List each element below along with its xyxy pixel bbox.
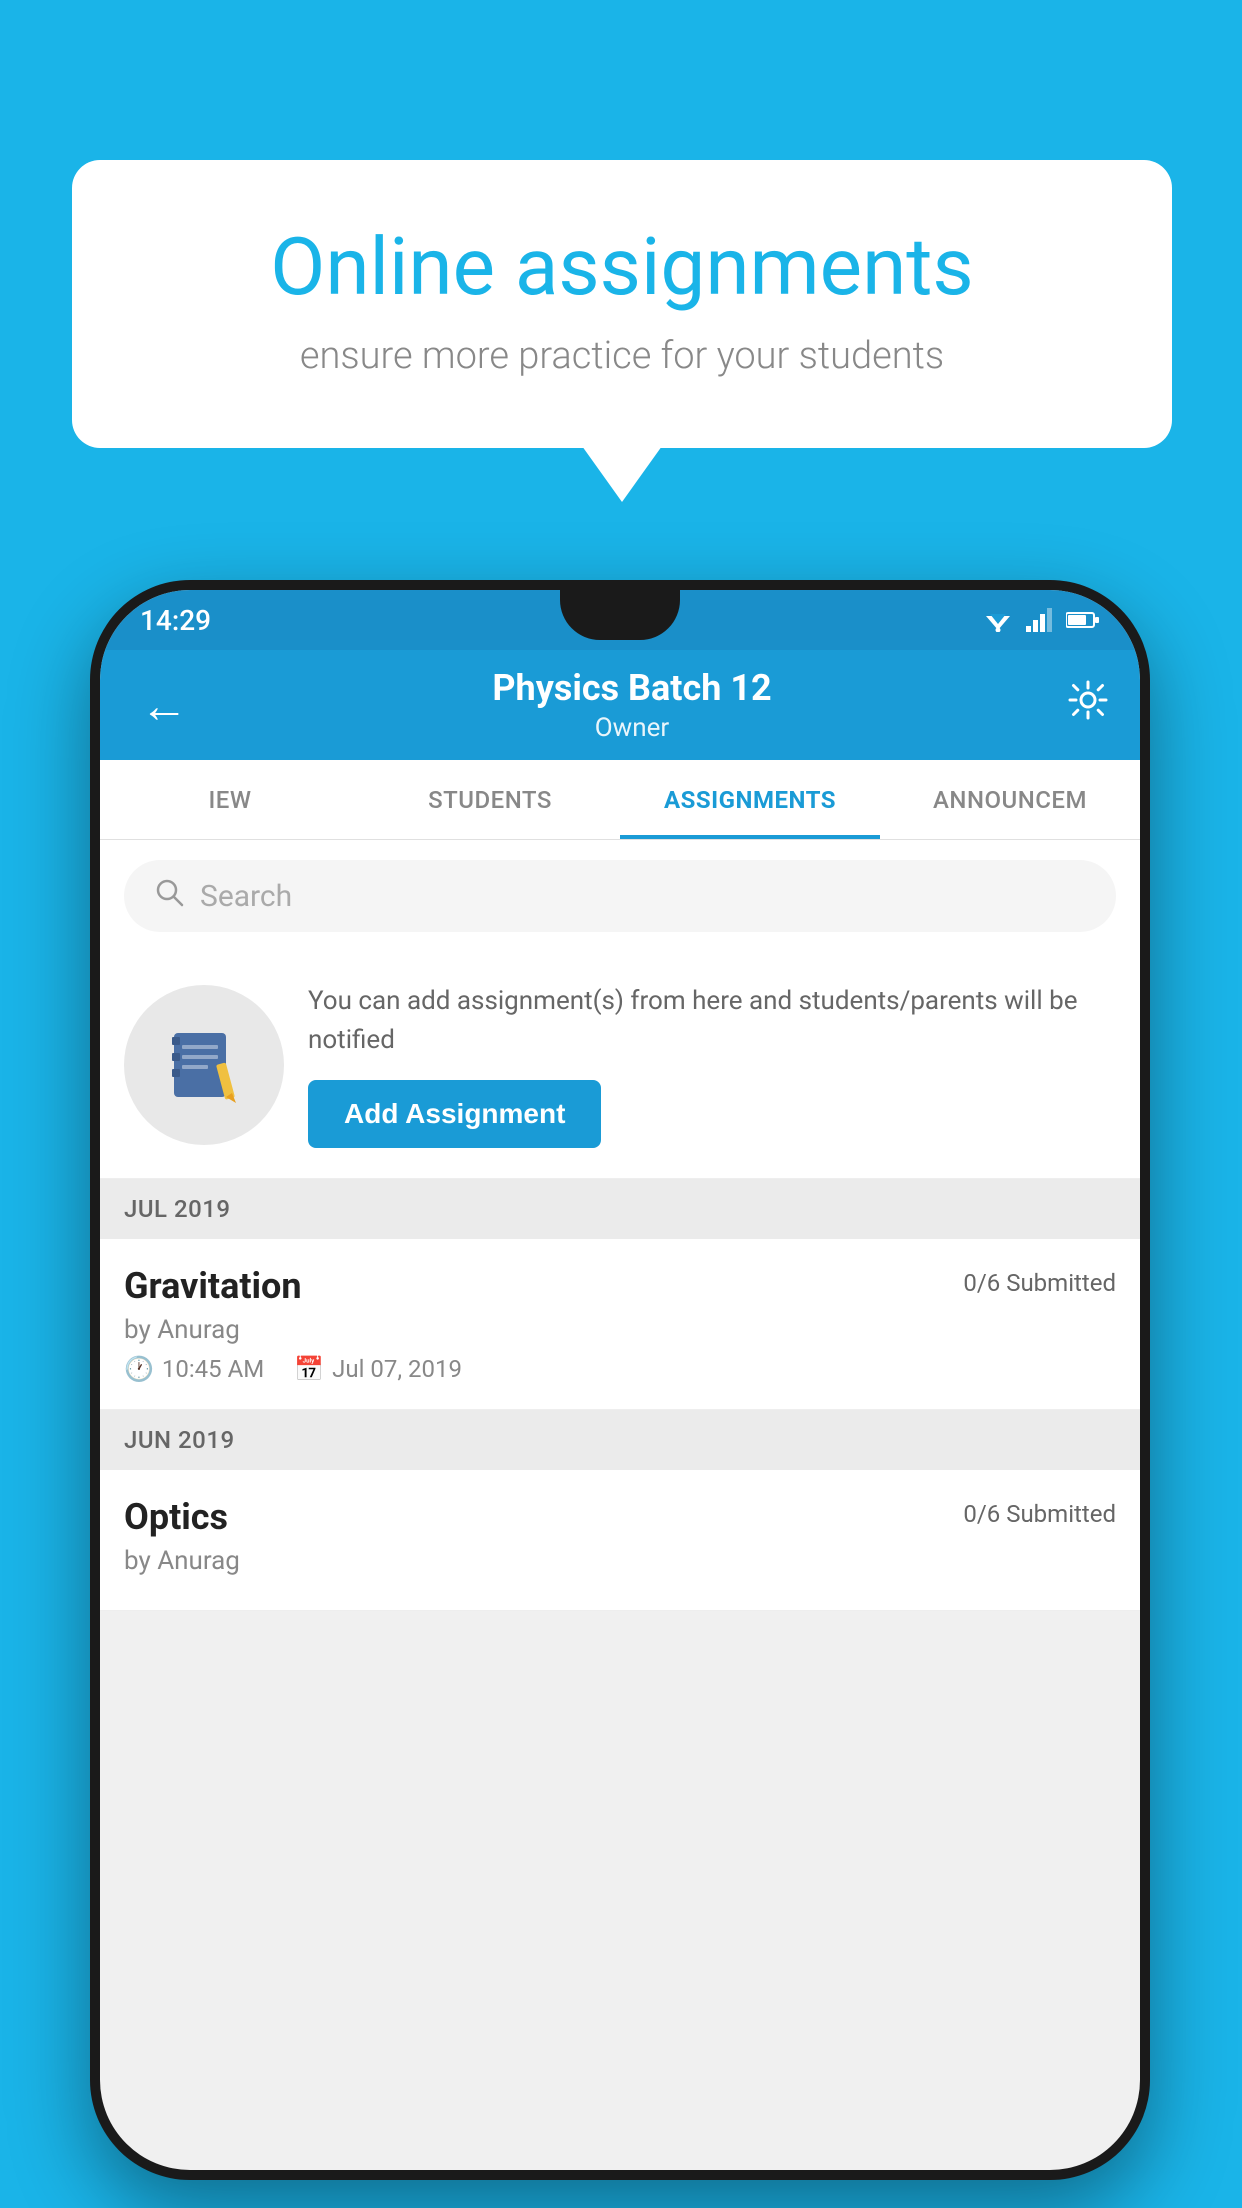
search-container: Search — [100, 840, 1140, 952]
assignment-time-gravitation: 🕐 10:45 AM — [124, 1355, 264, 1383]
phone-frame: 14:29 — [90, 580, 1150, 2180]
app-bar-title: Physics Batch 12 — [198, 667, 1066, 709]
add-assignment-button[interactable]: Add Assignment — [308, 1080, 601, 1148]
clock-icon: 🕐 — [124, 1355, 154, 1383]
assignment-item-top: Gravitation 0/6 Submitted — [124, 1265, 1116, 1307]
assignment-item-top-optics: Optics 0/6 Submitted — [124, 1496, 1116, 1538]
section-jun-2019: JUN 2019 — [100, 1410, 1140, 1470]
app-bar-title-section: Physics Batch 12 Owner — [198, 667, 1066, 743]
assignment-name-optics: Optics — [124, 1496, 228, 1538]
bubble-subtitle: ensure more practice for your students — [152, 334, 1092, 378]
tab-assignments[interactable]: ASSIGNMENTS — [620, 760, 880, 839]
bubble-title: Online assignments — [152, 220, 1092, 314]
section-jul-2019: JUL 2019 — [100, 1179, 1140, 1239]
promo-text-section: You can add assignment(s) from here and … — [308, 982, 1116, 1148]
status-time: 14:29 — [140, 604, 211, 637]
promo-icon-circle — [124, 985, 284, 1145]
notch — [560, 590, 680, 640]
tab-iew[interactable]: IEW — [100, 760, 360, 839]
notebook-icon — [164, 1025, 244, 1105]
tab-bar: IEW STUDENTS ASSIGNMENTS ANNOUNCEM — [100, 760, 1140, 840]
app-bar-subtitle: Owner — [198, 713, 1066, 743]
assignment-name-gravitation: Gravitation — [124, 1265, 302, 1307]
gear-icon — [1066, 678, 1110, 722]
wifi-icon — [982, 608, 1014, 632]
assignment-submitted-gravitation: 0/6 Submitted — [963, 1269, 1116, 1297]
search-bar[interactable]: Search — [124, 860, 1116, 932]
assignment-meta-gravitation: 🕐 10:45 AM 📅 Jul 07, 2019 — [124, 1355, 1116, 1383]
assignment-by-gravitation: by Anurag — [124, 1315, 1116, 1345]
status-bar: 14:29 — [100, 590, 1140, 650]
search-magnify-icon — [154, 877, 184, 907]
status-icons — [982, 608, 1100, 632]
tab-students[interactable]: STUDENTS — [360, 760, 620, 839]
phone-screen: 14:29 — [100, 590, 1140, 2170]
assignment-by-optics: by Anurag — [124, 1546, 1116, 1576]
settings-button[interactable] — [1066, 678, 1110, 732]
battery-icon — [1066, 610, 1100, 630]
app-bar: ← Physics Batch 12 Owner — [100, 650, 1140, 760]
back-button[interactable]: ← — [130, 667, 198, 744]
calendar-icon: 📅 — [294, 1355, 324, 1383]
tab-announcements[interactable]: ANNOUNCEM — [880, 760, 1140, 839]
promo-description: You can add assignment(s) from here and … — [308, 982, 1116, 1060]
assignment-submitted-optics: 0/6 Submitted — [963, 1500, 1116, 1528]
signal-icon — [1026, 608, 1054, 632]
assignment-date-gravitation: 📅 Jul 07, 2019 — [294, 1355, 462, 1383]
assignment-item-gravitation[interactable]: Gravitation 0/6 Submitted by Anurag 🕐 10… — [100, 1239, 1140, 1410]
promo-card: You can add assignment(s) from here and … — [100, 952, 1140, 1179]
search-placeholder: Search — [200, 879, 292, 914]
assignment-item-optics[interactable]: Optics 0/6 Submitted by Anurag — [100, 1470, 1140, 1611]
speech-bubble: Online assignments ensure more practice … — [72, 160, 1172, 448]
search-icon — [154, 877, 184, 915]
